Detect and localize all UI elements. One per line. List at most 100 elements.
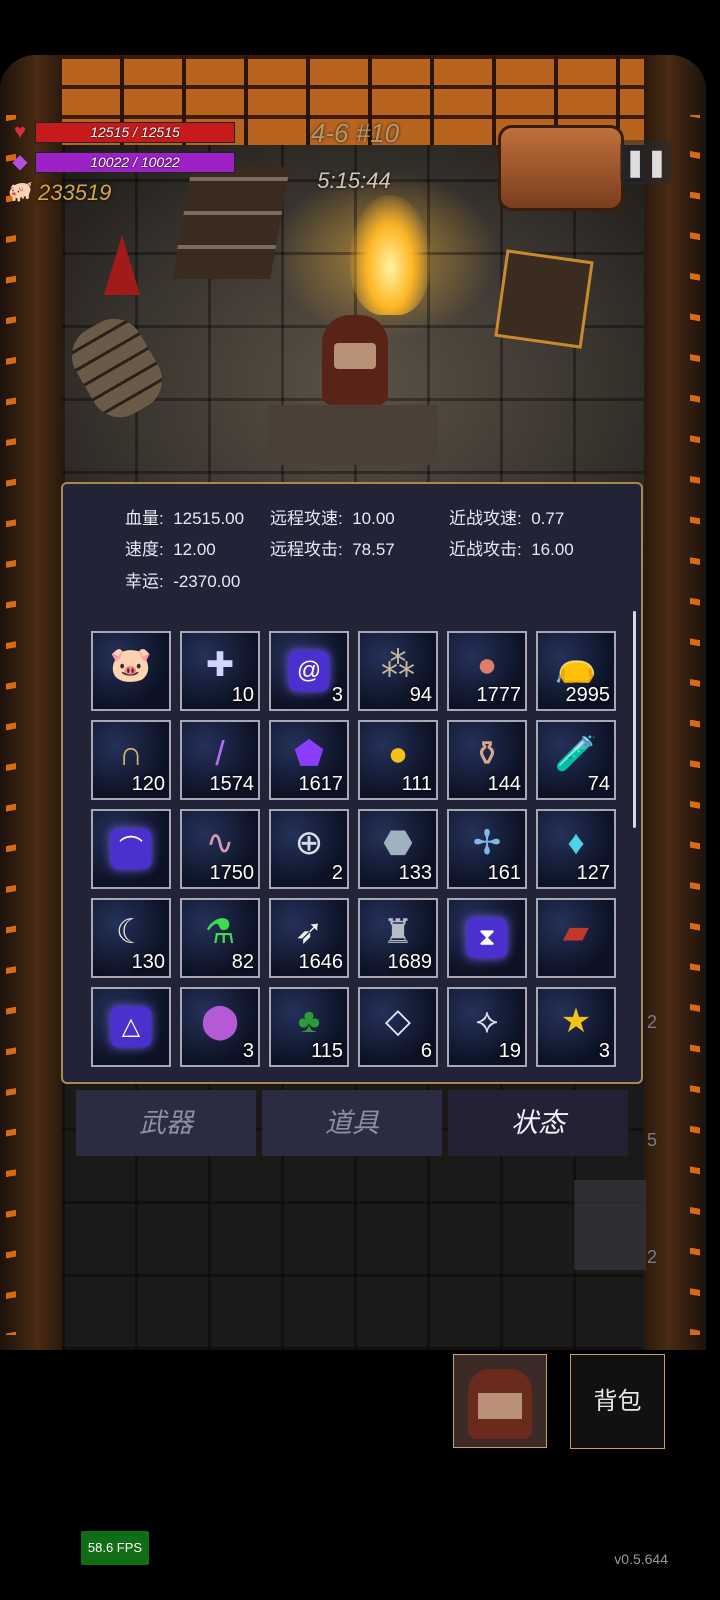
item-slot[interactable]: ✢ 161 xyxy=(447,809,527,889)
item-slot[interactable]: ⚗ 82 xyxy=(180,898,260,978)
item-slot[interactable]: ⬟ 1617 xyxy=(269,720,349,800)
item-count: 1750 xyxy=(209,862,255,884)
item-slot[interactable]: △ xyxy=(91,987,171,1067)
item-slot[interactable]: @3 xyxy=(269,631,349,711)
item-slot[interactable]: ♦ 127 xyxy=(536,809,616,889)
stat-ranged-attack: 远程攻击: 78.57 xyxy=(270,540,395,559)
item-slot[interactable]: 👝 2995 xyxy=(536,631,616,711)
item-slot[interactable]: ∩ 120 xyxy=(91,720,171,800)
purple-gem-icon: ⬟ xyxy=(294,735,324,773)
side-count: 5 xyxy=(647,1130,658,1150)
item-slot[interactable]: ⟡ 19 xyxy=(447,987,527,1067)
fps-counter: 58.6 FPS xyxy=(81,1531,149,1565)
item-count: 2 xyxy=(331,862,343,884)
hp-bar: 12515 / 12515 xyxy=(35,122,235,143)
item-slot[interactable]: ⊕ 2 xyxy=(269,809,349,889)
panel-scrollbar[interactable] xyxy=(633,611,636,828)
item-slot[interactable]: /1574 xyxy=(180,720,260,800)
game-timer: 5:15:44 xyxy=(317,168,391,193)
tab-items[interactable]: 道具 xyxy=(262,1090,442,1156)
item-slot[interactable]: ➶ 1646 xyxy=(269,898,349,978)
item-slot[interactable]: ⬤ 3 xyxy=(180,987,260,1067)
item-count: 1689 xyxy=(387,951,433,973)
gold-coin-icon: ● xyxy=(387,735,409,773)
item-slot[interactable]: ◇ 6 xyxy=(358,987,438,1067)
item-slot[interactable]: ● 1777 xyxy=(447,631,527,711)
spellbook-icon: ▰ xyxy=(562,913,590,951)
stat-hp: 血量: 12515.00 xyxy=(125,509,245,528)
item-slot[interactable]: ♣ 115 xyxy=(269,987,349,1067)
item-count: 115 xyxy=(311,1040,343,1062)
backpack-button[interactable]: 背包 xyxy=(570,1354,665,1449)
stat-luck: 幸运: -2370.00 xyxy=(125,572,241,591)
pebbles-icon: ⁂ xyxy=(381,646,415,684)
item-count: 130 xyxy=(131,951,165,973)
item-count: 3 xyxy=(242,1040,254,1062)
feather-icon: ➶ xyxy=(294,913,324,951)
mana-value: 10022 / 10022 xyxy=(90,154,180,170)
item-count: 127 xyxy=(576,862,610,884)
wooden-table xyxy=(268,405,438,465)
item-slot[interactable]: 🧪 74 xyxy=(536,720,616,800)
pause-button[interactable]: ❚❚ xyxy=(620,140,672,184)
status-panel: 血量: 12515.00 远程攻速: 10.00 近战攻速: 0.77 速度: … xyxy=(61,482,643,1084)
stat-melee-attack: 近战攻击: 16.00 xyxy=(449,540,574,559)
apple-icon: ● xyxy=(476,646,498,684)
horn-icon: ☾ xyxy=(115,913,147,951)
item-slot[interactable]: ★ 3 xyxy=(536,987,616,1067)
green-flask-icon: ⚗ xyxy=(204,913,236,951)
item-count: 1574 xyxy=(209,773,255,795)
tab-status[interactable]: 状态 xyxy=(448,1090,628,1156)
item-count: 10 xyxy=(231,684,254,706)
item-slot[interactable]: 🐷 xyxy=(91,631,171,711)
treasure-chest xyxy=(498,125,624,211)
item-count: 74 xyxy=(587,773,610,795)
player-character xyxy=(322,315,388,405)
medkit-icon: ✚ xyxy=(205,646,235,684)
item-slot[interactable]: ⬣ 133 xyxy=(358,809,438,889)
item-slot[interactable]: ∿ 1750 xyxy=(180,809,260,889)
item-slot[interactable]: ● 111 xyxy=(358,720,438,800)
health-ring-icon: ⊕ xyxy=(294,824,324,862)
heart-icon: ♥ xyxy=(14,121,26,143)
item-slot[interactable]: ✚ 10 xyxy=(180,631,260,711)
stat-speed: 速度: 12.00 xyxy=(125,540,216,559)
item-slot[interactable]: ♜ 1689 xyxy=(358,898,438,978)
hp-value: 12515 / 12515 xyxy=(90,124,180,140)
tab-weapons[interactable]: 武器 xyxy=(76,1090,256,1156)
item-slot[interactable]: ☾ 130 xyxy=(91,898,171,978)
ornate-crate xyxy=(494,249,594,349)
item-slot[interactable]: ⌒ xyxy=(91,809,171,889)
curve-rune-icon: ⌒ xyxy=(111,829,151,869)
vase-icon: ⚱ xyxy=(472,735,502,773)
bookshelf xyxy=(172,167,290,279)
brazier-fire xyxy=(350,195,430,315)
lava-cracks-left xyxy=(6,115,16,1335)
blue-crystal-icon: ♦ xyxy=(567,824,585,862)
item-count: 19 xyxy=(498,1040,521,1062)
item-slot[interactable]: ⁂ 94 xyxy=(358,631,438,711)
item-count: 1617 xyxy=(298,773,344,795)
item-count: 1777 xyxy=(476,684,522,706)
item-count: 133 xyxy=(398,862,432,884)
diamond-tile-icon: ◇ xyxy=(384,1002,412,1040)
item-slot[interactable]: ⧗ xyxy=(447,898,527,978)
item-count: 161 xyxy=(487,862,521,884)
item-count: 6 xyxy=(420,1040,432,1062)
item-slot[interactable]: ▰ xyxy=(536,898,616,978)
item-count: 120 xyxy=(131,773,165,795)
mana-bar: 10022 / 10022 xyxy=(35,152,235,173)
gold-counter: 233519 xyxy=(38,180,112,205)
pause-icon: ❚❚ xyxy=(624,147,668,177)
potion-bottle-icon: 🧪 xyxy=(554,735,598,773)
item-count: 111 xyxy=(401,773,432,795)
character-portrait-button[interactable] xyxy=(453,1354,547,1448)
level-indicator: 4-6 #10 xyxy=(310,118,400,148)
stat-ranged-speed: 远程攻速: 10.00 xyxy=(270,509,395,528)
item-slot[interactable]: ⚱ 144 xyxy=(447,720,527,800)
purple-wand-icon: / xyxy=(215,735,225,773)
dragonfly-icon: ✢ xyxy=(472,824,502,862)
triangle-rune-icon: △ xyxy=(111,1007,151,1047)
item-count: 94 xyxy=(409,684,432,706)
rock-icon: ⬣ xyxy=(383,824,413,862)
